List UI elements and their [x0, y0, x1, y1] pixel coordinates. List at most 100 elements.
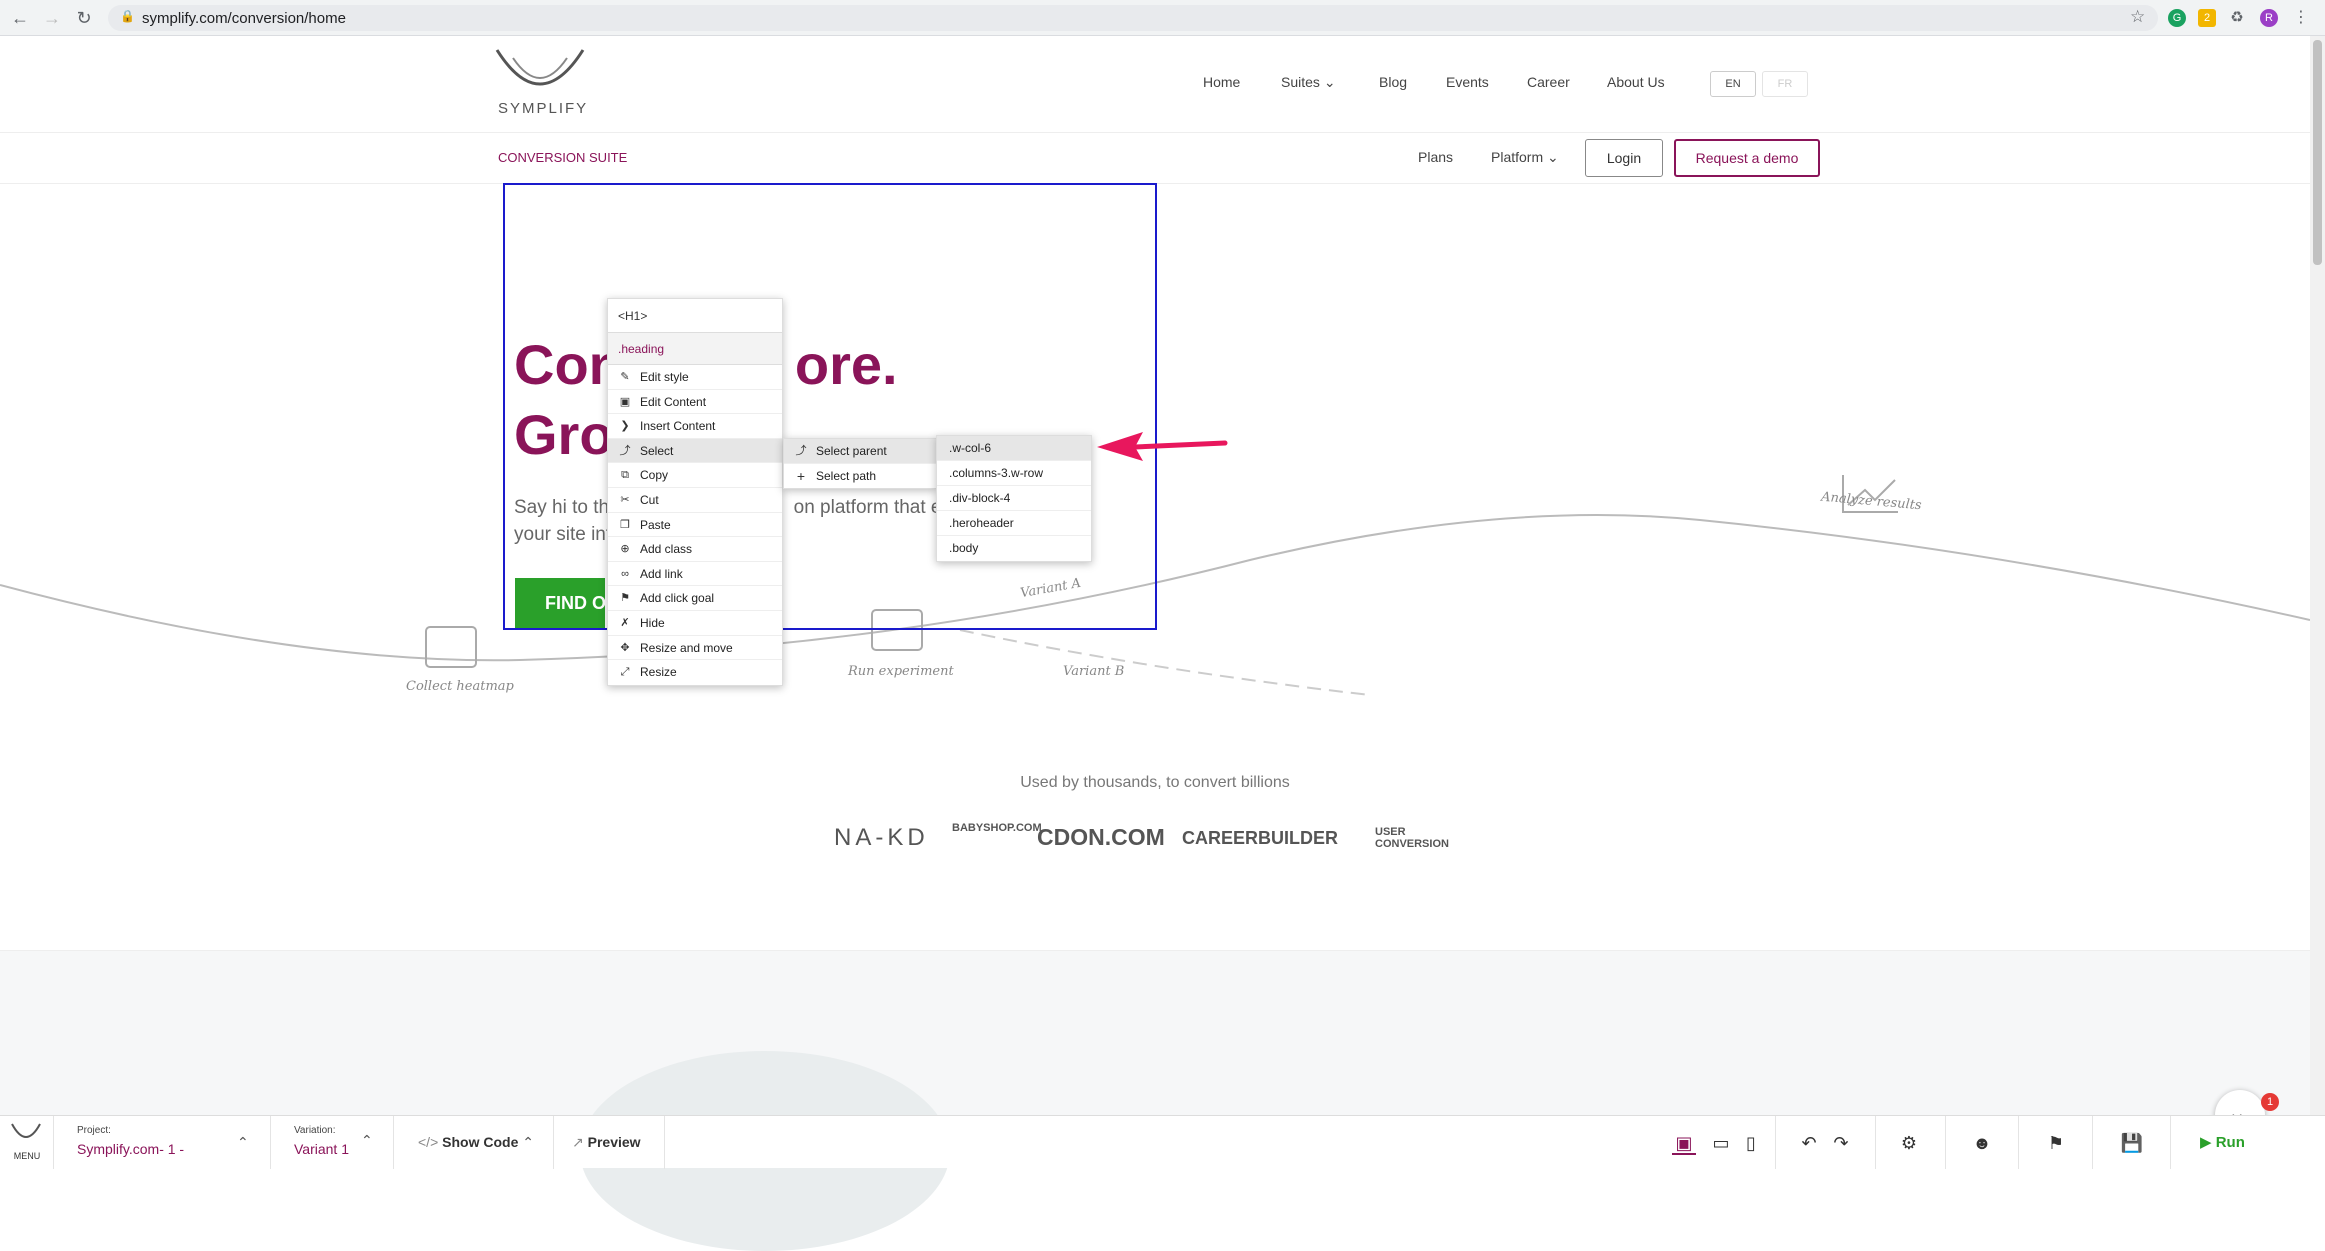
- external-link-icon: ↗: [572, 1134, 584, 1150]
- menu-copy[interactable]: ⧉ Copy: [608, 463, 782, 488]
- submenu-select-path[interactable]: + Select path: [784, 464, 936, 489]
- subnav-platform[interactable]: Platform ⌄: [1491, 149, 1559, 166]
- url-text: symplify.com/conversion/home: [142, 10, 346, 27]
- subnav-plans[interactable]: Plans: [1418, 149, 1453, 165]
- trash-icon: ✗: [620, 616, 630, 629]
- menu-hide[interactable]: ✗ Hide: [608, 611, 782, 636]
- link-icon: ∞: [621, 567, 629, 580]
- undo-icon[interactable]: ↶: [1797, 1131, 1821, 1155]
- copy-icon: ⧉: [621, 469, 629, 482]
- desktop-view-icon[interactable]: ▣: [1672, 1131, 1696, 1155]
- tablet-view-icon[interactable]: ▭: [1709, 1131, 1733, 1155]
- symplify-logo-icon[interactable]: [495, 48, 585, 94]
- toolbar-divider: [664, 1116, 665, 1169]
- editor-toolbar: MENU Project: Symplify.com- 1 - ⌃ Variat…: [0, 1115, 2325, 1169]
- request-demo-button[interactable]: Request a demo: [1674, 139, 1820, 177]
- pencil-icon: ✎: [620, 371, 630, 383]
- bookmark-star-icon[interactable]: ☆: [2130, 7, 2145, 27]
- browser-menu-icon[interactable]: ⋮: [2292, 9, 2310, 27]
- chat-notification-badge: 1: [2261, 1093, 2279, 1111]
- paste-icon: ❐: [620, 518, 630, 531]
- address-bar[interactable]: 🔒 symplify.com/conversion/home ☆: [108, 5, 2158, 31]
- menu-add-click-goal[interactable]: ⚑ Add click goal: [608, 586, 782, 611]
- menu-insert-content[interactable]: ❯ Insert Content: [608, 414, 782, 439]
- element-context-menu: <H1> .heading ✎ Edit style ▣ Edit Content …: [607, 298, 783, 686]
- toolbar-divider: [53, 1116, 54, 1169]
- scrollbar-thumb[interactable]: [2313, 40, 2322, 265]
- extension-icon[interactable]: 2: [2198, 9, 2216, 27]
- sketch-label-variant-b: Variant B: [1063, 664, 1125, 679]
- lang-en-button[interactable]: EN: [1710, 71, 1756, 97]
- menu-edit-content[interactable]: ▣ Edit Content: [608, 390, 782, 415]
- save-icon[interactable]: 💾: [2120, 1131, 2144, 1155]
- show-code-button[interactable]: </> Show Code ⌃: [418, 1134, 534, 1151]
- toolbar-divider: [1875, 1116, 1876, 1169]
- suite-label[interactable]: CONVERSION SUITE: [498, 150, 627, 165]
- nav-blog[interactable]: Blog: [1379, 74, 1407, 90]
- select-arrow-icon: ⤴: [619, 444, 631, 457]
- reload-icon[interactable]: ↻: [72, 6, 96, 30]
- forward-icon[interactable]: →: [40, 6, 64, 30]
- submenu-select-parent[interactable]: ⤴ Select parent: [784, 439, 936, 464]
- toolbar-divider: [553, 1116, 554, 1169]
- move-arrows-icon: ✥: [620, 641, 630, 654]
- nav-suites[interactable]: Suites ⌄: [1281, 74, 1336, 91]
- menu-select[interactable]: ⤴ Select: [608, 438, 782, 464]
- parent-item[interactable]: .body: [937, 536, 1091, 561]
- menu-add-class[interactable]: ⊕ Add class: [608, 537, 782, 562]
- annotation-arrow-icon: [1097, 432, 1228, 461]
- brand-logo-nakd: NA-KD: [834, 824, 929, 851]
- parent-item[interactable]: .columns-3.w-row: [937, 461, 1091, 486]
- next-section: [0, 950, 2310, 1251]
- nav-about-us[interactable]: About Us: [1607, 74, 1665, 90]
- parent-item[interactable]: .heroheader: [937, 511, 1091, 536]
- brand-logo-babyshop: BABYSHOP.COM: [952, 822, 1042, 834]
- menu-element-tag: <H1>: [608, 299, 782, 333]
- sketch-label-run-experiment: Run experiment: [848, 664, 954, 679]
- settings-gears-icon[interactable]: ⚙: [1897, 1131, 1921, 1155]
- back-icon[interactable]: ←: [8, 6, 32, 30]
- nav-home[interactable]: Home: [1203, 74, 1240, 90]
- toolbar-divider: [2092, 1116, 2093, 1169]
- audience-users-icon[interactable]: ☻: [1970, 1131, 1994, 1155]
- toolbar-divider: [1945, 1116, 1946, 1169]
- redo-icon[interactable]: ↷: [1829, 1131, 1853, 1155]
- login-button[interactable]: Login: [1585, 139, 1663, 177]
- sketch-label-collect-heatmap: Collect heatmap: [406, 679, 514, 694]
- plus-circle-icon: ⊕: [620, 543, 630, 556]
- menu-edit-style[interactable]: ✎ Edit style: [608, 365, 782, 390]
- menu-cut[interactable]: ✂ Cut: [608, 488, 782, 513]
- plus-icon: +: [796, 467, 806, 484]
- menu-resize-and-move[interactable]: ✥ Resize and move: [608, 636, 782, 661]
- nav-career[interactable]: Career: [1527, 74, 1570, 90]
- used-by-text: Used by thousands, to convert billions: [1020, 774, 1290, 791]
- profile-avatar[interactable]: R: [2260, 9, 2278, 27]
- chevron-up-icon[interactable]: ⌃: [361, 1132, 373, 1149]
- parent-item[interactable]: .w-col-6: [937, 436, 1091, 461]
- logo-text[interactable]: SYMPLIFY: [498, 100, 588, 117]
- parent-item[interactable]: .div-block-4: [937, 486, 1091, 511]
- menu-element-class[interactable]: .heading: [608, 333, 782, 365]
- menu-add-link[interactable]: ∞ Add link: [608, 562, 782, 587]
- project-value[interactable]: Symplify.com- 1 -: [77, 1141, 184, 1157]
- nav-events[interactable]: Events: [1446, 74, 1489, 90]
- puzzle-extensions-icon[interactable]: ♻: [2228, 9, 2246, 27]
- grammarly-extension-icon[interactable]: G: [2168, 9, 2186, 27]
- variation-value[interactable]: Variant 1: [294, 1141, 349, 1157]
- chevron-up-icon[interactable]: ⌃: [237, 1134, 249, 1151]
- goals-flag-icon[interactable]: ⚑: [2044, 1131, 2068, 1155]
- select-parent-icon: ⤴: [795, 445, 807, 457]
- symplify-menu-logo-icon: [11, 1123, 41, 1138]
- resize-arrows-icon: ⤢: [620, 666, 630, 679]
- menu-paste[interactable]: ❐ Paste: [608, 513, 782, 538]
- preview-button[interactable]: ↗ Preview: [572, 1134, 641, 1151]
- play-circle-icon: ▶: [2200, 1134, 2212, 1151]
- lang-fr-button[interactable]: FR: [1762, 71, 1808, 97]
- run-button[interactable]: ▶ Run: [2200, 1133, 2245, 1151]
- mobile-view-icon[interactable]: ▯: [1739, 1131, 1763, 1155]
- toolbar-divider: [1775, 1116, 1776, 1169]
- code-icon: </>: [418, 1134, 439, 1150]
- toolbar-divider: [270, 1116, 271, 1169]
- menu-resize[interactable]: ⤢ Resize: [608, 660, 782, 685]
- editor-menu-button[interactable]: MENU: [10, 1122, 44, 1162]
